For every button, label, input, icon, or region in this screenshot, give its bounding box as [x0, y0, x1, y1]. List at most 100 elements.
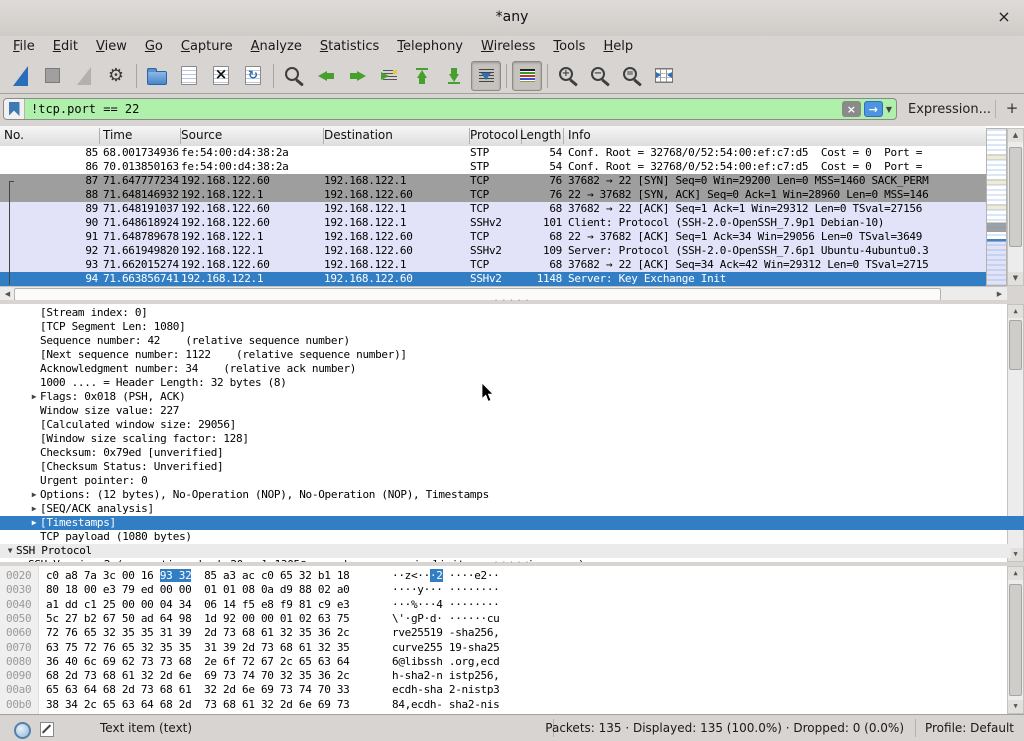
hex-row[interactable]: 0020c0 a8 7a 3c 00 16 93 32 85 a3 ac c0 …: [0, 569, 1007, 583]
scroll-up-arrow[interactable]: ▲: [1008, 567, 1023, 580]
detail-row[interactable]: ▶Options: (12 bytes), No-Operation (NOP)…: [0, 488, 1024, 502]
scroll-left-arrow[interactable]: ◀: [1, 288, 14, 300]
detail-row[interactable]: ▶[Timestamps]: [0, 516, 1024, 530]
scroll-thumb[interactable]: [1009, 584, 1022, 696]
menu-telephony[interactable]: Telephony: [388, 36, 472, 58]
hex-vscrollbar[interactable]: ▲ ▼: [1007, 566, 1024, 714]
detail-row[interactable]: [TCP Segment Len: 1080]: [0, 320, 1024, 334]
menu-analyze[interactable]: Analyze: [242, 36, 311, 58]
detail-row[interactable]: [Calculated window size: 29056]: [0, 418, 1024, 432]
collapsed-arrow-icon[interactable]: ▶: [28, 502, 40, 516]
menu-file[interactable]: File: [4, 36, 44, 58]
packet-row[interactable]: 8771.647777234192.168.122.60192.168.122.…: [0, 174, 986, 188]
menu-statistics[interactable]: Statistics: [311, 36, 388, 58]
hex-row[interactable]: 009068 2d 73 68 61 32 2d 6e 69 73 74 70 …: [0, 669, 1007, 683]
scroll-down-arrow[interactable]: ▼: [1008, 700, 1023, 713]
menu-edit[interactable]: Edit: [44, 36, 87, 58]
save-file-button[interactable]: [174, 61, 204, 91]
auto-scroll-button[interactable]: [471, 61, 501, 91]
packet-row[interactable]: 8568.001734936fe:54:00:d4:38:2aSTP54Conf…: [0, 146, 986, 160]
detail-row[interactable]: Sequence number: 42 (relative sequence n…: [0, 334, 1024, 348]
detail-row[interactable]: ▶[SEQ/ACK analysis]: [0, 502, 1024, 516]
column-header-length[interactable]: Length: [520, 128, 562, 142]
collapsed-arrow-icon[interactable]: ▶: [28, 516, 40, 530]
go-forward-button[interactable]: [343, 61, 373, 91]
detail-row[interactable]: [Next sequence number: 1122 (relative se…: [0, 348, 1024, 362]
stop-capture-button[interactable]: [37, 61, 67, 91]
hex-row[interactable]: 006072 76 65 32 35 35 31 39 2d 73 68 61 …: [0, 626, 1007, 640]
apply-filter-button[interactable]: →: [864, 101, 883, 117]
packet-row[interactable]: 9071.648618924192.168.122.60192.168.122.…: [0, 216, 986, 230]
go-to-packet-button[interactable]: [375, 61, 405, 91]
go-back-button[interactable]: [311, 61, 341, 91]
capture-options-button[interactable]: [101, 61, 131, 91]
clear-filter-button[interactable]: ×: [842, 101, 861, 117]
packet-list-vscrollbar[interactable]: ▲ ▼: [1007, 128, 1024, 286]
column-header-time[interactable]: Time: [103, 128, 179, 142]
reload-file-button[interactable]: [238, 61, 268, 91]
column-header-source[interactable]: Source: [181, 128, 322, 142]
menu-view[interactable]: View: [87, 36, 136, 58]
menu-tools[interactable]: Tools: [544, 36, 594, 58]
menu-help[interactable]: Help: [594, 36, 642, 58]
zoom-out-button[interactable]: [585, 61, 615, 91]
packet-row[interactable]: 9271.661949820192.168.122.1192.168.122.6…: [0, 244, 986, 258]
detail-row[interactable]: Window size value: 227: [0, 404, 1024, 418]
detail-row[interactable]: [Window size scaling factor: 128]: [0, 432, 1024, 446]
hex-row[interactable]: 008036 40 6c 69 62 73 73 68 2e 6f 72 67 …: [0, 655, 1007, 669]
hex-row[interactable]: 003080 18 00 e3 79 ed 00 00 01 01 08 0a …: [0, 583, 1007, 597]
detail-row[interactable]: 1000 .... = Header Length: 32 bytes (8): [0, 376, 1024, 390]
scroll-down-arrow[interactable]: ▼: [1008, 272, 1023, 285]
zoom-original-button[interactable]: [617, 61, 647, 91]
profile-text[interactable]: Profile: Default: [925, 721, 1014, 735]
column-separator[interactable]: [563, 128, 564, 144]
detail-row[interactable]: Checksum: 0x79ed [unverified]: [0, 446, 1024, 460]
resize-columns-button[interactable]: [649, 61, 679, 91]
scroll-up-arrow[interactable]: ▲: [1008, 129, 1023, 142]
detail-row[interactable]: TCP payload (1080 bytes): [0, 530, 1024, 544]
detail-row[interactable]: Urgent pointer: 0: [0, 474, 1024, 488]
scroll-thumb[interactable]: [1009, 147, 1022, 247]
column-separator[interactable]: [99, 128, 100, 144]
expanded-arrow-icon[interactable]: ▼: [4, 544, 16, 558]
zoom-in-button[interactable]: [553, 61, 583, 91]
column-header-destination[interactable]: Destination: [324, 128, 468, 142]
scroll-right-arrow[interactable]: ▶: [993, 288, 1006, 300]
detail-row[interactable]: Acknowledgment number: 34 (relative ack …: [0, 362, 1024, 376]
expert-info-icon[interactable]: [14, 722, 31, 739]
menu-wireless[interactable]: Wireless: [472, 36, 544, 58]
restart-capture-button[interactable]: [69, 61, 99, 91]
go-last-button[interactable]: [439, 61, 469, 91]
detail-row[interactable]: [Checksum Status: Unverified]: [0, 460, 1024, 474]
hex-row[interactable]: 00b038 34 2c 65 63 64 68 2d 73 68 61 32 …: [0, 698, 1007, 712]
packet-row[interactable]: 9171.648789678192.168.122.1192.168.122.6…: [0, 230, 986, 244]
packet-row[interactable]: 8670.013850163fe:54:00:d4:38:2aSTP54Conf…: [0, 160, 986, 174]
display-filter-field[interactable]: !tcp.port == 22 × → ▼: [3, 98, 897, 120]
menu-go[interactable]: Go: [136, 36, 172, 58]
detail-row[interactable]: ▶Flags: 0x018 (PSH, ACK): [0, 390, 1024, 404]
hex-row[interactable]: 0040a1 dd c1 25 00 00 04 34 06 14 f5 e8 …: [0, 598, 1007, 612]
packet-row[interactable]: 8871.648146932192.168.122.1192.168.122.6…: [0, 188, 986, 202]
expression-button[interactable]: Expression...: [908, 102, 991, 117]
menu-capture[interactable]: Capture: [172, 36, 242, 58]
hex-row[interactable]: 00a065 63 64 68 2d 73 68 61 32 2d 6e 69 …: [0, 683, 1007, 697]
filter-bookmark-button[interactable]: [4, 98, 25, 120]
capture-comment-icon[interactable]: [40, 722, 54, 737]
open-file-button[interactable]: [142, 61, 172, 91]
column-header-protocol[interactable]: Protocol: [470, 128, 520, 142]
add-filter-button[interactable]: +: [1004, 99, 1020, 117]
find-packet-button[interactable]: [279, 61, 309, 91]
hex-row[interactable]: 00505c 27 b2 67 50 ad 64 98 1d 92 00 00 …: [0, 612, 1007, 626]
packet-row[interactable]: 9471.663856741192.168.122.1192.168.122.6…: [0, 272, 986, 286]
column-header-no[interactable]: No.: [4, 128, 98, 142]
collapsed-arrow-icon[interactable]: ▶: [28, 390, 40, 404]
collapsed-arrow-icon[interactable]: ▶: [28, 488, 40, 502]
detail-row[interactable]: [Stream index: 0]: [0, 306, 1024, 320]
close-window-button[interactable]: ×: [994, 7, 1014, 27]
go-first-button[interactable]: [407, 61, 437, 91]
hex-row[interactable]: 007063 75 72 76 65 32 35 35 31 39 2d 73 …: [0, 641, 1007, 655]
close-file-button[interactable]: [206, 61, 236, 91]
packet-row[interactable]: 8971.648191037192.168.122.60192.168.122.…: [0, 202, 986, 216]
column-header-info[interactable]: Info: [568, 128, 984, 142]
display-filter-input[interactable]: !tcp.port == 22: [25, 102, 842, 116]
